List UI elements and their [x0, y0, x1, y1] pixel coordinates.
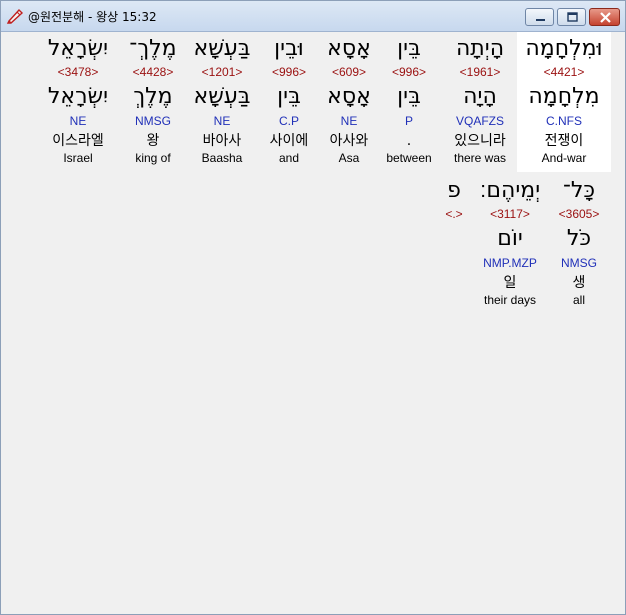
morph-code: C.NFS [546, 114, 582, 128]
hebrew-word: פ [447, 178, 461, 203]
english-gloss: between [386, 151, 432, 165]
strong-number[interactable]: <4428> [121, 65, 185, 79]
hebrew-word: יִשְׂרָאֵל [47, 36, 109, 61]
interlinear-view[interactable]: וּמִלְחָמָה <4421> מִלְחָמָה C.NFS 전쟁이 A… [7, 32, 619, 608]
hebrew-word: בֵּין [397, 36, 421, 61]
morph-code: NMSG [561, 256, 597, 270]
hebrew-word: מֶלֶךְ־ [129, 36, 177, 61]
maximize-icon [567, 12, 578, 22]
morph-code: NE [340, 114, 358, 128]
korean-gloss: 있으니라 [454, 133, 506, 149]
morph-code: VQAFZS [455, 114, 504, 128]
strong-number[interactable]: <996> [259, 65, 319, 79]
close-button[interactable] [589, 8, 620, 26]
word-cell[interactable]: כָּל־ <3605> כֹּל NMSG 생 all [547, 174, 611, 314]
morph-code: C.P [278, 114, 299, 128]
hebrew-word: וּבֵין [274, 36, 304, 61]
english-gloss: and [278, 151, 300, 165]
hebrew-lemma: מִלְחָמָה [528, 84, 600, 109]
word-cell[interactable]: מֶלֶךְ־ <4428> מֶלֶךְ NMSG 왕 king of [121, 32, 185, 172]
strong-number[interactable]: <1961> [445, 65, 515, 79]
hebrew-lemma: יוֹם [497, 226, 523, 251]
english-gloss: Israel [63, 151, 93, 165]
korean-gloss: 사이에 [269, 133, 309, 149]
hebrew-lemma: יִשְׂרָאֵל [47, 84, 109, 109]
strong-number[interactable]: <609> [319, 65, 379, 79]
minimize-icon [536, 19, 545, 21]
hebrew-lemma: בֵּין [277, 84, 301, 109]
hebrew-lemma: מֶלֶךְ [133, 84, 173, 109]
hebrew-lemma: אָסָא [327, 84, 371, 109]
minimize-button[interactable] [525, 8, 554, 26]
word-cell[interactable]: הָיְתָה <1961> הָיָה VQAFZS 있으니라 there w… [445, 32, 515, 172]
word-cell[interactable]: יִשְׂרָאֵל <3478> יִשְׂרָאֵל NE 이스라엘 Isr… [37, 32, 119, 172]
english-gloss: And-war [541, 151, 587, 165]
strong-number[interactable]: <996> [379, 65, 439, 79]
hebrew-lemma: בַּעְשָׁא [193, 84, 251, 109]
morph-code: P [404, 114, 413, 128]
close-icon [600, 12, 611, 23]
morph-code: NMSG [135, 114, 171, 128]
strong-number[interactable]: <4421> [517, 65, 611, 79]
pen-icon [6, 8, 24, 24]
strong-number[interactable]: <3117> [475, 207, 545, 221]
window-title: @원전분해 - 왕상 15:32 [28, 10, 157, 24]
korean-gloss: 이스라엘 [52, 133, 104, 149]
english-gloss: there was [453, 151, 507, 165]
korean-gloss: 바아사 [202, 133, 242, 149]
hebrew-word: בַּעְשָׁא [193, 36, 251, 61]
hebrew-lemma: הָיָה [463, 84, 497, 109]
korean-gloss: 전쟁이 [544, 133, 584, 149]
word-cell[interactable]: בַּעְשָׁא <1201> בַּעְשָׁא NE 바아사 Baasha [187, 32, 257, 172]
word-cell[interactable]: בֵּין <996> בֵּין P . between [379, 32, 439, 172]
english-gloss: Asa [338, 151, 360, 165]
maximize-button[interactable] [557, 8, 586, 26]
title-bar[interactable]: @원전분해 - 왕상 15:32 [1, 1, 625, 32]
english-gloss: their days [483, 293, 537, 307]
english-gloss: all [572, 293, 585, 307]
korean-gloss: 일 [503, 275, 517, 291]
strong-number[interactable]: <.> [435, 207, 473, 221]
english-gloss: Baasha [201, 151, 243, 165]
hebrew-word: וּמִלְחָמָה [525, 36, 603, 61]
word-cell[interactable]: פ <.> [435, 174, 473, 314]
korean-gloss: 생 [572, 275, 586, 291]
hebrew-lemma: בֵּין [397, 84, 421, 109]
strong-number[interactable]: <3478> [37, 65, 119, 79]
word-cell[interactable]: אָסָא <609> אָסָא NE 아사와 Asa [319, 32, 379, 172]
korean-gloss: . [406, 133, 412, 149]
hebrew-word: הָיְתָה [455, 36, 505, 61]
korean-gloss: 아사와 [329, 133, 369, 149]
korean-gloss: 왕 [146, 133, 160, 149]
hebrew-word: יְמֵיהֶם׃ [479, 178, 541, 203]
morph-code: NE [213, 114, 231, 128]
morph-code: NE [69, 114, 87, 128]
strong-number[interactable]: <3605> [547, 207, 611, 221]
hebrew-word: כָּל־ [562, 178, 596, 203]
word-cell[interactable]: וּמִלְחָמָה <4421> מִלְחָמָה C.NFS 전쟁이 A… [517, 32, 611, 172]
hebrew-lemma: כֹּל [566, 226, 592, 251]
app-window: @원전분해 - 왕상 15:32 וּמִלְחָמָה <4421> מִלְ… [0, 0, 626, 615]
strong-number[interactable]: <1201> [187, 65, 257, 79]
english-gloss: king of [135, 151, 171, 165]
hebrew-word: אָסָא [327, 36, 371, 61]
word-cell[interactable]: וּבֵין <996> בֵּין C.P 사이에 and [259, 32, 319, 172]
morph-code: NMP.MZP [483, 256, 537, 270]
word-cell[interactable]: יְמֵיהֶם׃ <3117> יוֹם NMP.MZP 일 their da… [475, 174, 545, 314]
